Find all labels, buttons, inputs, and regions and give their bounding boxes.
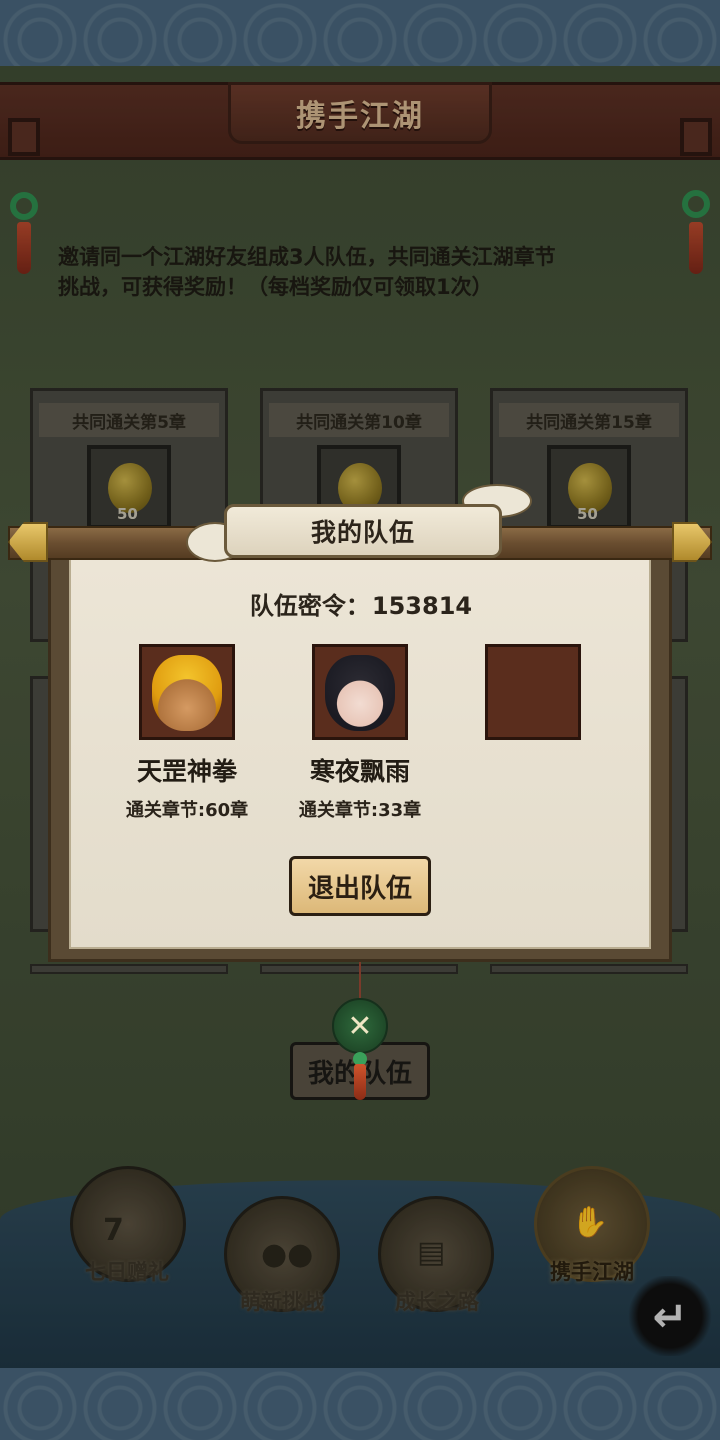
- team-code-label: 队伍密令：: [249, 592, 370, 620]
- dark-haired-maiden-avatar: [325, 655, 395, 731]
- team-code-value: 153814: [371, 592, 473, 620]
- member-name-1: 天罡神拳: [136, 757, 237, 786]
- top-pattern-band: [0, 0, 720, 70]
- dialog-title-plate: 我的队伍: [224, 504, 502, 558]
- pendant-string: [359, 962, 361, 1002]
- member-chapter-2: 通关章节:33章: [298, 800, 422, 821]
- member-slot-1[interactable]: [139, 644, 235, 740]
- close-icon: ✕: [347, 1008, 373, 1044]
- tassel-icon: [354, 1064, 366, 1100]
- team-code-row: 队伍密令：153814: [48, 586, 672, 621]
- member-chapter-1: 通关章节:60章: [125, 800, 249, 821]
- golden-haired-warrior-avatar: [152, 655, 222, 731]
- member-slot-2[interactable]: [312, 644, 408, 740]
- member-slot-empty[interactable]: [485, 644, 581, 740]
- dialog-title: 我的队伍: [310, 518, 415, 547]
- member-name-2: 寒夜飘雨: [309, 757, 410, 786]
- bottom-pattern-band: [0, 1368, 720, 1440]
- exit-team-button[interactable]: 退出队伍: [289, 856, 431, 916]
- close-button[interactable]: ✕: [332, 998, 388, 1054]
